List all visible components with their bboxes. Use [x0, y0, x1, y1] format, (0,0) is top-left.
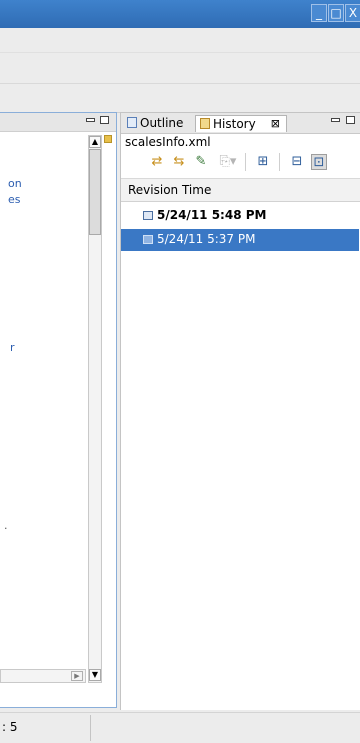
minimize-view-icon[interactable]: [331, 118, 340, 122]
group-icon[interactable]: ⊞: [255, 154, 271, 170]
view-tabbar: Outline History ⊠: [121, 113, 360, 134]
revision-icon: [143, 235, 153, 244]
history-file-name: scalesInfo.xml: [125, 135, 211, 149]
tab-history[interactable]: History ⊠: [195, 115, 287, 132]
history-view: Outline History ⊠ scalesInfo.xml ⇄ ⇆ ✎ ⎘…: [120, 112, 360, 710]
link-icon[interactable]: ⇆: [171, 154, 187, 170]
history-icon: [200, 118, 210, 129]
editor-panel: on es r . ▲ ▼ ▶: [0, 112, 117, 708]
perspective-strip: [0, 84, 360, 113]
overview-marker[interactable]: [104, 135, 112, 143]
revision-time: 5/24/11 5:48 PM: [157, 208, 267, 222]
refresh-icon[interactable]: ⇄: [149, 154, 165, 170]
revision-time: 5/24/11 5:37 PM: [157, 232, 256, 246]
minimize-button[interactable]: _: [311, 4, 327, 22]
minimize-view-icon[interactable]: [86, 118, 95, 122]
scroll-down-icon[interactable]: ▼: [89, 669, 101, 681]
close-tab-icon[interactable]: ⊠: [271, 116, 280, 132]
status-bar: : 5: [0, 712, 360, 743]
menu-bar: [0, 28, 360, 53]
editor-text-line: es: [8, 193, 21, 206]
toolbar-separator: [279, 153, 280, 171]
editor-text-line: r: [10, 341, 15, 354]
status-position: : 5: [2, 720, 18, 734]
outline-icon: [127, 117, 137, 128]
revision-icon: [143, 211, 153, 220]
maximize-view-icon[interactable]: [100, 116, 109, 124]
horizontal-scrollbar[interactable]: ▶: [0, 669, 86, 683]
history-toolbar: ⇄ ⇆ ✎ ⎘▾ ⊞ ⊟ ⊡: [121, 149, 360, 175]
close-button[interactable]: X: [345, 4, 360, 22]
main-toolbar: [0, 53, 360, 84]
history-row[interactable]: 5/24/11 5:48 PM: [121, 205, 359, 227]
scroll-thumb[interactable]: [89, 149, 101, 235]
status-separator: [90, 715, 91, 741]
column-header[interactable]: Revision Time: [121, 178, 360, 202]
editor-text-line: .: [4, 519, 8, 532]
toolbar-separator: [245, 153, 246, 171]
tab-history-label: History: [213, 117, 256, 131]
compare-dropdown-icon[interactable]: ⎘▾: [217, 154, 239, 170]
revision-time-header: Revision Time: [128, 183, 212, 197]
editor-text-line: on: [8, 177, 22, 190]
window-titlebar: _ □ X: [0, 0, 360, 28]
maximize-button[interactable]: □: [328, 4, 344, 22]
pin-icon[interactable]: ✎: [193, 154, 209, 170]
tab-outline[interactable]: Outline: [123, 115, 187, 132]
editor-header: [0, 113, 116, 132]
scroll-right-icon[interactable]: ▶: [71, 671, 83, 681]
collapse-icon[interactable]: ⊟: [289, 154, 305, 170]
scroll-up-icon[interactable]: ▲: [89, 136, 101, 148]
tab-outline-label: Outline: [140, 116, 184, 130]
history-row-selected[interactable]: 5/24/11 5:37 PM: [121, 229, 359, 251]
vertical-scrollbar[interactable]: ▲ ▼: [88, 135, 102, 683]
layout-icon[interactable]: ⊡: [311, 154, 327, 170]
maximize-view-icon[interactable]: [346, 116, 355, 124]
